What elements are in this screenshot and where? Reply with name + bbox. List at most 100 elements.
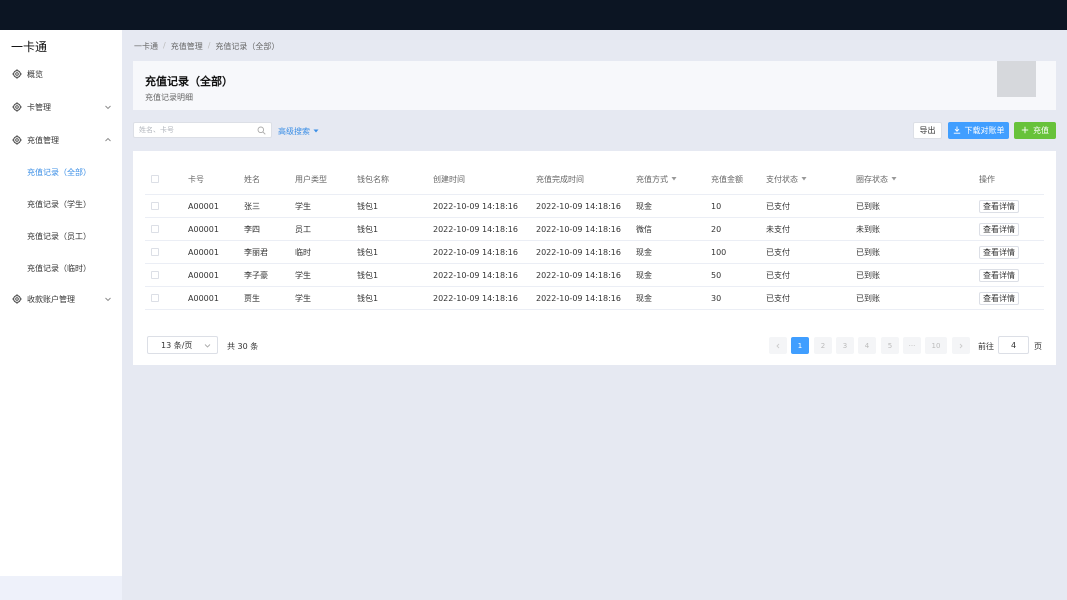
sidebar-subitem-student[interactable]: 充值记录（学生）: [0, 194, 122, 214]
breadcrumb-item-current: 充值记录（全部）: [215, 42, 280, 51]
sidebar-item-overview[interactable]: 概览: [0, 64, 122, 84]
sidebar-footer: [0, 576, 122, 600]
column-header-name: 姓名: [244, 174, 260, 184]
records-table: 卡号 姓名 用户类型 钱包名称 创建时间 充值完成时间 充值方式 充值金额 支付…: [145, 164, 1044, 310]
cell-pay-status: 已支付: [766, 270, 790, 280]
cell-amount: 100: [711, 247, 727, 257]
search-input[interactable]: [139, 124, 254, 136]
row-checkbox[interactable]: [151, 218, 159, 240]
cell-card-no: A00001: [188, 293, 219, 303]
top-bar: [0, 0, 1067, 30]
cell-name: 张三: [244, 201, 260, 211]
column-header-method-label: 充值方式: [636, 174, 668, 184]
column-header-transfer-status-label: 圈存状态: [856, 174, 888, 184]
chevron-up-icon: [104, 136, 112, 144]
column-header-user-type: 用户类型: [295, 174, 327, 184]
column-header-actions: 操作: [979, 174, 995, 184]
cell-wallet: 钱包1: [357, 247, 379, 257]
row-checkbox[interactable]: [151, 264, 159, 286]
cell-amount: 20: [711, 224, 722, 234]
sidebar-subitem-all[interactable]: 充值记录（全部）: [0, 162, 122, 182]
cell-created-time: 2022-10-09 14:18:16: [433, 247, 518, 257]
column-header-method[interactable]: 充值方式: [636, 164, 677, 194]
cell-pay-status: 未支付: [766, 224, 790, 234]
search-box: [133, 122, 272, 138]
cell-pay-status: 已支付: [766, 247, 790, 257]
select-all-checkbox[interactable]: [151, 164, 159, 194]
chevron-down-icon: [204, 342, 211, 349]
cell-name: 李丽君: [244, 247, 268, 257]
cell-wallet: 钱包1: [357, 270, 379, 280]
page-button-2[interactable]: 2: [814, 337, 832, 354]
cell-pay-status: 已支付: [766, 201, 790, 211]
page-ellipsis[interactable]: ···: [903, 337, 921, 354]
column-header-transfer-status[interactable]: 圈存状态: [856, 164, 897, 194]
app-brand: 一卡通: [11, 40, 48, 54]
filter-icon[interactable]: [671, 176, 677, 182]
row-checkbox[interactable]: [151, 287, 159, 309]
search-icon[interactable]: [257, 126, 266, 135]
sidebar-item-label: 概览: [27, 69, 43, 79]
download-statement-button[interactable]: 下载对账单: [948, 122, 1009, 139]
cell-transfer-status: 已到账: [856, 270, 880, 280]
sidebar-item-payee-account[interactable]: 收款账户管理: [0, 289, 122, 309]
breadcrumb-item[interactable]: 充值管理: [171, 41, 203, 52]
view-details-button[interactable]: 查看详情: [979, 291, 1019, 305]
cell-completed-time: 2022-10-09 14:18:16: [536, 270, 621, 280]
table-row: A00001 张三 学生 钱包1 2022-10-09 14:18:16 202…: [145, 195, 1044, 218]
sidebar-item-card-management[interactable]: 卡管理: [0, 97, 122, 117]
prev-page-button[interactable]: [769, 337, 787, 354]
cell-amount: 50: [711, 270, 722, 280]
cell-created-time: 2022-10-09 14:18:16: [433, 270, 518, 280]
page-button-3[interactable]: 3: [836, 337, 854, 354]
cell-user-type: 学生: [295, 293, 311, 303]
row-checkbox[interactable]: [151, 195, 159, 217]
cell-pay-status: 已支付: [766, 293, 790, 303]
column-header-pay-status[interactable]: 支付状态: [766, 164, 807, 194]
sidebar-item-label: 收款账户管理: [27, 294, 75, 304]
sidebar-subitem-label: 充值记录（临时）: [27, 263, 91, 273]
export-button[interactable]: 导出: [913, 122, 942, 139]
goto-suffix: 页: [1034, 342, 1042, 351]
table-row: A00001 李四 员工 钱包1 2022-10-09 14:18:16 202…: [145, 218, 1044, 241]
cell-method: 现金: [636, 293, 652, 303]
cell-completed-time: 2022-10-09 14:18:16: [536, 247, 621, 257]
page-button-5[interactable]: 5: [881, 337, 899, 354]
sidebar-subitem-label: 充值记录（学生）: [27, 199, 91, 209]
sidebar-subitem-label: 充值记录（员工）: [27, 231, 91, 241]
column-header-pay-status-label: 支付状态: [766, 174, 798, 184]
filter-icon[interactable]: [801, 176, 807, 182]
page-size-select[interactable]: 13 条/页: [147, 336, 218, 354]
cell-created-time: 2022-10-09 14:18:16: [433, 293, 518, 303]
cell-name: 李四: [244, 224, 260, 234]
sidebar-item-recharge-management[interactable]: 充值管理: [0, 130, 122, 150]
view-details-button[interactable]: 查看详情: [979, 222, 1019, 236]
view-details-button[interactable]: 查看详情: [979, 199, 1019, 213]
table-header-row: 卡号 姓名 用户类型 钱包名称 创建时间 充值完成时间 充值方式 充值金额 支付…: [145, 164, 1044, 195]
sidebar: 一卡通 概览 卡管理 充值管理 充值记录（全部） 充值记录（学生） 充值记录（员…: [0, 30, 122, 600]
page-button-1[interactable]: 1: [791, 337, 809, 354]
cell-card-no: A00001: [188, 270, 219, 280]
row-checkbox[interactable]: [151, 241, 159, 263]
advanced-search-toggle[interactable]: 高级搜索: [278, 126, 319, 137]
cell-transfer-status: 未到账: [856, 224, 880, 234]
table-row: A00001 贾生 学生 钱包1 2022-10-09 14:18:16 202…: [145, 287, 1044, 310]
sidebar-subitem-label: 充值记录（全部）: [27, 167, 91, 177]
cell-user-type: 员工: [295, 224, 311, 234]
page-button-10[interactable]: 10: [925, 337, 947, 354]
sidebar-subitem-temporary[interactable]: 充值记录（临时）: [0, 258, 122, 278]
view-details-button[interactable]: 查看详情: [979, 245, 1019, 259]
table-row: A00001 李丽君 临时 钱包1 2022-10-09 14:18:16 20…: [145, 241, 1044, 264]
view-details-button[interactable]: 查看详情: [979, 268, 1019, 282]
sidebar-item-label: 充值管理: [27, 135, 59, 145]
sidebar-subitem-staff[interactable]: 充值记录（员工）: [0, 226, 122, 246]
recharge-button[interactable]: 充值: [1014, 122, 1056, 139]
filter-icon[interactable]: [891, 176, 897, 182]
breadcrumb-item[interactable]: 一卡通: [134, 41, 158, 52]
header-image-placeholder: [997, 61, 1036, 97]
goto-page-input[interactable]: [998, 336, 1029, 354]
next-page-button[interactable]: [952, 337, 970, 354]
page-button-4[interactable]: 4: [858, 337, 876, 354]
cell-method: 现金: [636, 201, 652, 211]
cell-transfer-status: 已到账: [856, 293, 880, 303]
